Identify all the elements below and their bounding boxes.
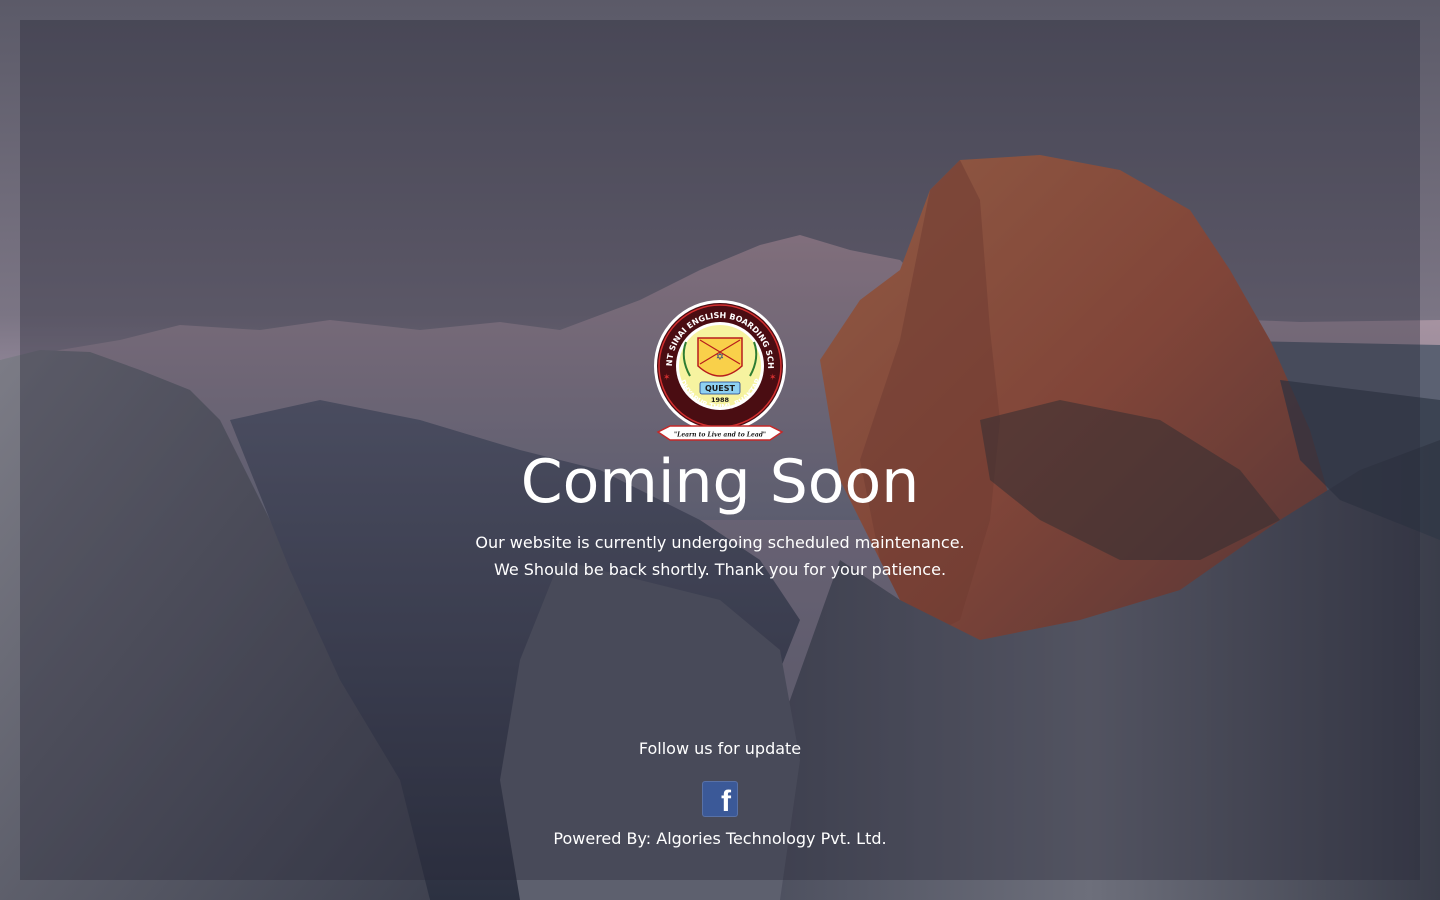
svg-text:✶: ✶ xyxy=(769,373,777,383)
svg-text:✡: ✡ xyxy=(716,352,724,363)
maintenance-message-line-2: We Should be back shortly. Thank you for… xyxy=(493,560,947,579)
facebook-link[interactable]: f xyxy=(702,781,738,817)
logo-emblem-text: QUEST xyxy=(705,384,736,393)
school-logo: MOUNT SINAI ENGLISH BOARDING SCHOOL MADH… xyxy=(650,298,790,448)
powered-by-footer: Powered By: Algories Technology Pvt. Ltd… xyxy=(553,829,887,848)
logo-year: 1988 xyxy=(711,396,730,404)
svg-text:✶: ✶ xyxy=(663,373,671,383)
page-title: Coming Soon xyxy=(520,447,920,517)
maintenance-message-line-1: Our website is currently undergoing sche… xyxy=(475,533,965,552)
maintenance-message: Our website is currently undergoing sche… xyxy=(20,529,1420,583)
follow-text: Follow us for update xyxy=(638,739,802,758)
logo-motto: "Learn to Live and to Lead" xyxy=(674,432,766,439)
facebook-icon: f xyxy=(721,785,731,818)
coming-soon-content: MOUNT SINAI ENGLISH BOARDING SCHOOL MADH… xyxy=(20,20,1420,880)
